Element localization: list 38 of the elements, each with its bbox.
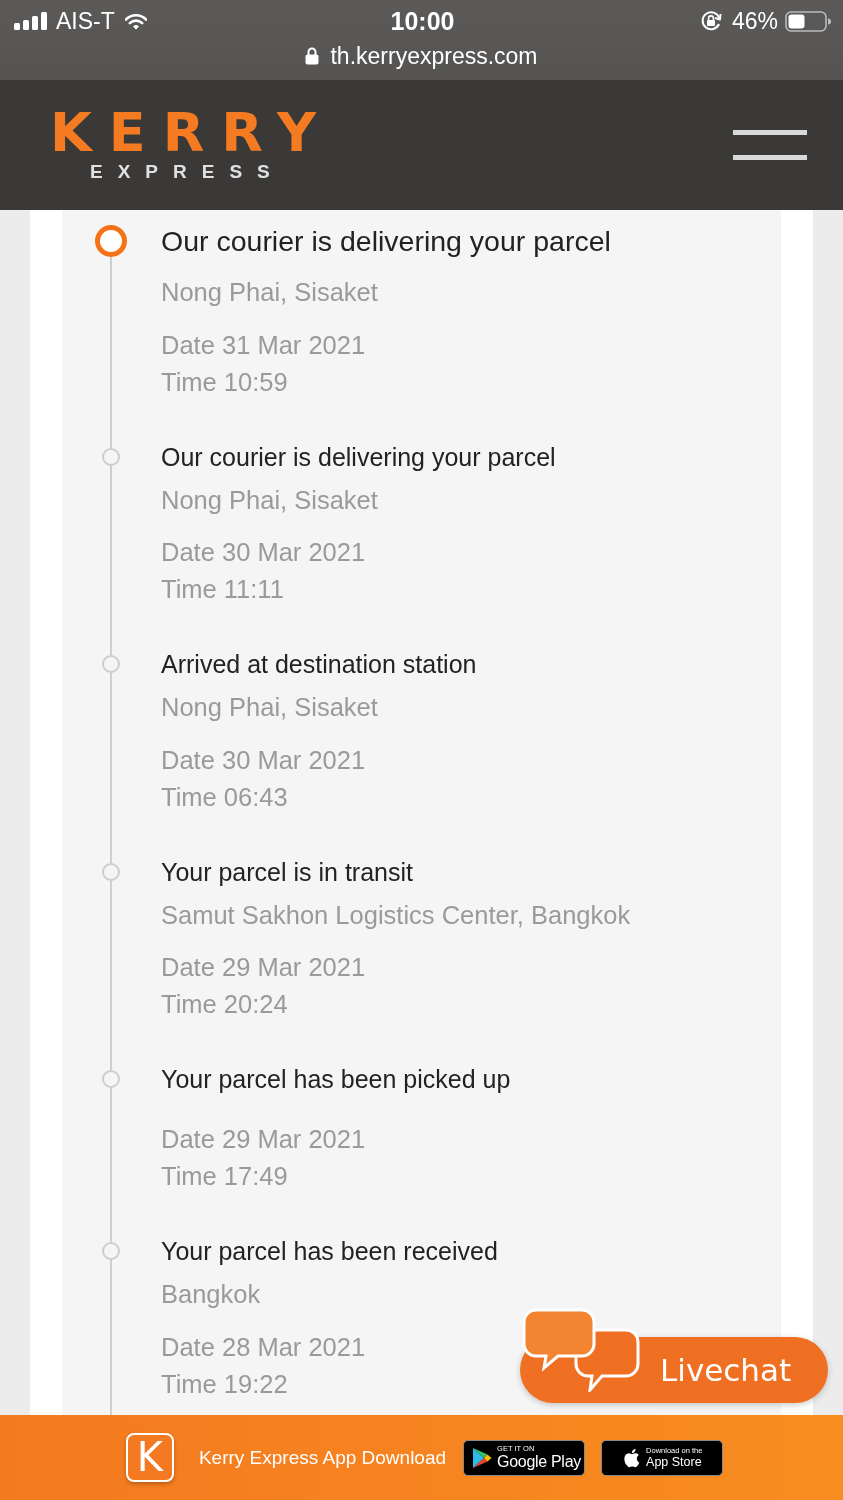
apple-icon [622,1446,641,1469]
url-text[interactable]: th.kerryexpress.com [330,42,538,70]
event-title: Your parcel has been picked up [161,1064,511,1095]
event-title: Our courier is delivering your parcel [161,224,611,259]
event-location: Nong Phai, Sisaket [161,277,378,308]
battery-percent: 46% [731,7,778,35]
event-date: Date 30 Mar 2021 [161,537,366,568]
event-time: Time 10:59 [161,366,288,398]
event-time: Time 11:11 [161,574,284,605]
event-date: Date 29 Mar 2021 [161,952,366,983]
carrier-name: AIS-T [56,7,115,35]
event-date: Date 31 Mar 2021 [161,329,366,361]
event-title: Your parcel has been received [161,1236,498,1267]
event-date: Date 29 Mar 2021 [161,1124,366,1155]
event-title: Our courier is delivering your parcel [161,441,556,473]
clock: 10:00 [390,6,455,36]
event-location: Samut Sakhon Logistics Center, Bangkok [161,899,631,931]
event-time: Time 20:24 [161,989,288,1020]
event-location: Nong Phai, Sisaket [161,692,378,723]
event-time: Time 06:43 [161,781,288,813]
event-date: Date 28 Mar 2021 [161,1331,366,1363]
signal-bars-icon [14,12,48,30]
menu-icon [733,130,807,160]
event-location: Bangkok [161,1279,261,1310]
event-title: Arrived at destination station [161,649,477,680]
event-date: Date 30 Mar 2021 [161,744,366,776]
chat-bubbles-icon[interactable] [522,1308,640,1392]
event-time: Time 19:22 [161,1368,288,1400]
app-download-text: Kerry Express App Download [198,1445,447,1470]
event-location: Nong Phai, Sisaket [161,484,378,516]
play-triangle-icon [472,1446,493,1469]
event-time: Time 17:49 [161,1161,288,1192]
event-title: Your parcel is in transit [161,856,413,888]
wifi-icon [124,12,147,30]
battery-icon [785,10,831,32]
kerry-express-logo[interactable]: KERRY EXPRESS [50,111,317,183]
rotation-lock-icon [699,10,722,32]
lock-icon [305,47,320,65]
